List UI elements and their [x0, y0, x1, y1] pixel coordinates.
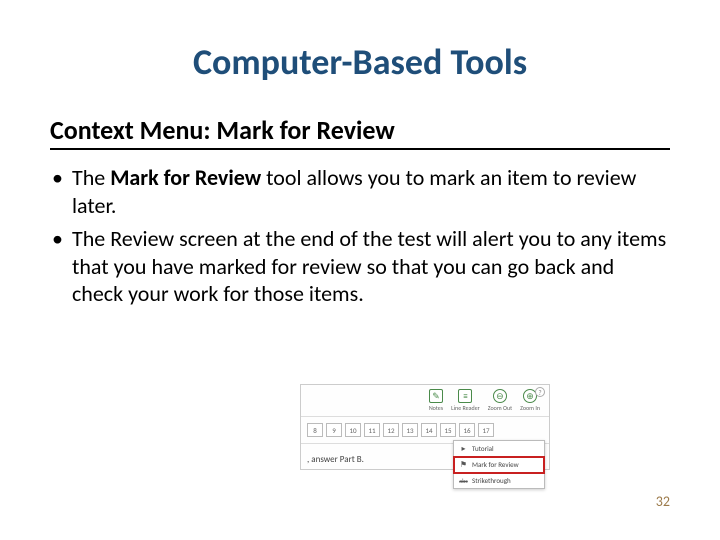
menu-label: Mark for Review [472, 460, 519, 469]
page-button[interactable]: 10 [345, 423, 361, 437]
tool-label: Zoom In [520, 404, 540, 412]
page-button[interactable]: 11 [364, 423, 380, 437]
tool-label: Zoom Out [488, 404, 512, 412]
tutorial-icon: ▸ [459, 444, 468, 453]
page-number: 32 [656, 493, 670, 510]
page-button[interactable]: 16 [459, 423, 475, 437]
tool-line-reader[interactable]: ≡ Line Reader [448, 389, 483, 412]
line-reader-icon: ≡ [458, 389, 472, 403]
bullet-text-pre: The Review screen at the end of the test… [72, 225, 666, 307]
page-button[interactable]: 8 [307, 423, 323, 437]
page-button[interactable]: 15 [440, 423, 456, 437]
help-icon[interactable]: ? [535, 387, 545, 397]
notes-icon: ✎ [429, 389, 443, 403]
page-button[interactable]: 12 [383, 423, 399, 437]
menu-item-mark-for-review[interactable]: ⚑ Mark for Review [454, 457, 544, 473]
screenshot-figure: ? ✎ Notes ≡ Line Reader ⊖ Zoom Out ⊕ Zoo… [300, 384, 550, 470]
slide-subtitle: Context Menu: Mark for Review [50, 114, 670, 150]
bullet-item: The Mark for Review tool allows you to m… [72, 164, 670, 219]
toolbar: ✎ Notes ≡ Line Reader ⊖ Zoom Out ⊕ Zoom … [301, 385, 549, 417]
tool-notes[interactable]: ✎ Notes [426, 389, 446, 412]
slide-title: Computer-Based Tools [50, 40, 670, 84]
page-button[interactable]: 17 [478, 423, 494, 437]
page-button[interactable]: 9 [326, 423, 342, 437]
bullet-text-pre: The [72, 164, 110, 191]
strikethrough-icon: abc [459, 476, 468, 485]
bullet-list: The Mark for Review tool allows you to m… [50, 164, 670, 308]
bullet-text-bold: Mark for Review [110, 164, 261, 191]
answer-text: , answer Part B. [307, 454, 364, 465]
tool-label: Notes [429, 404, 443, 412]
tool-zoom-out[interactable]: ⊖ Zoom Out [485, 389, 515, 412]
context-menu: ▸ Tutorial ⚑ Mark for Review abc Striket… [453, 440, 545, 489]
page-button[interactable]: 13 [402, 423, 418, 437]
tool-label: Line Reader [451, 404, 480, 412]
menu-label: Tutorial [472, 444, 494, 453]
menu-item-strikethrough[interactable]: abc Strikethrough [454, 473, 544, 488]
answer-area: , answer Part B. ▸ Tutorial ⚑ Mark for R… [301, 444, 549, 469]
zoom-out-icon: ⊖ [493, 389, 507, 403]
flag-icon: ⚑ [459, 460, 468, 469]
menu-item-tutorial[interactable]: ▸ Tutorial [454, 441, 544, 457]
bullet-item: The Review screen at the end of the test… [72, 225, 670, 308]
menu-label: Strikethrough [472, 476, 511, 485]
page-button[interactable]: 14 [421, 423, 437, 437]
